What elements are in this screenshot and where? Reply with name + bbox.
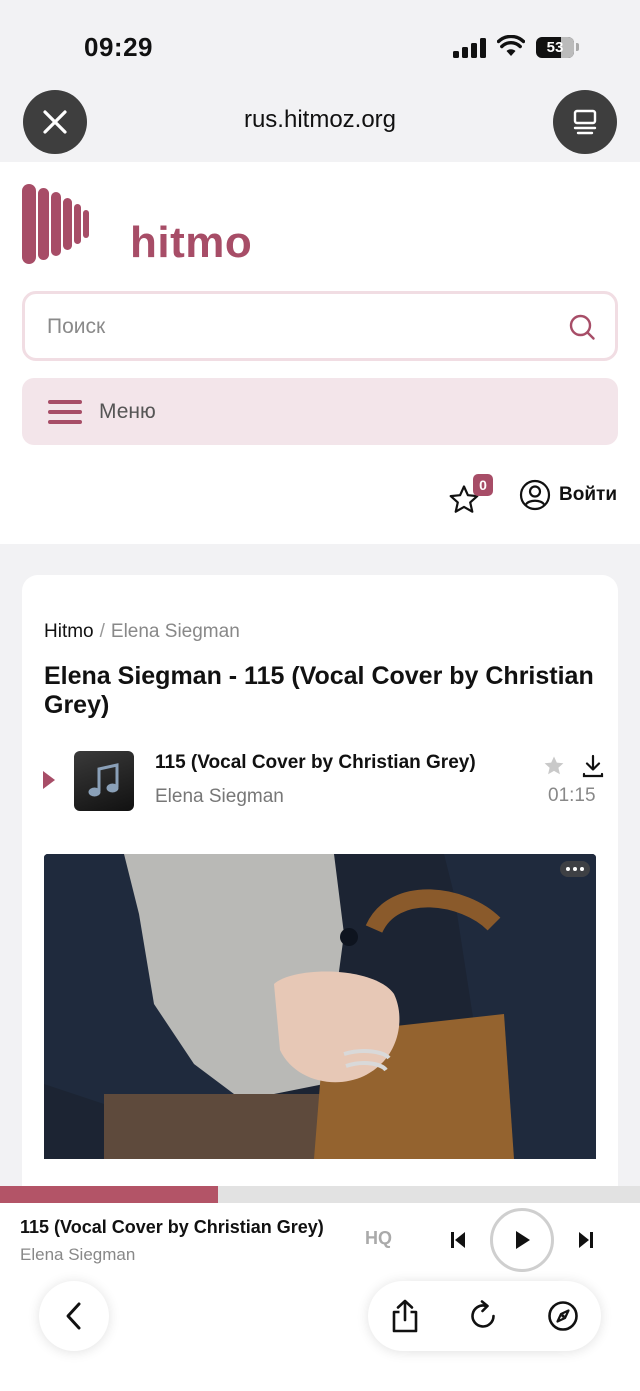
- menu-label: Меню: [99, 400, 156, 423]
- status-bar: 09:29 53: [0, 0, 640, 90]
- reader-icon: [573, 109, 597, 135]
- favorites-button[interactable]: 0: [448, 474, 496, 518]
- back-button[interactable]: [39, 1281, 109, 1351]
- breadcrumb: Hitmo / Elena Siegman: [44, 621, 240, 643]
- search-icon[interactable]: [568, 313, 596, 341]
- player-track-artist: Elena Siegman: [20, 1245, 136, 1264]
- track-cover: [74, 751, 134, 811]
- compass-button[interactable]: [545, 1298, 581, 1334]
- chevron-left-icon: [66, 1302, 81, 1330]
- reload-icon: [471, 1300, 495, 1328]
- hq-toggle[interactable]: HQ: [365, 1228, 392, 1249]
- hamburger-icon: [48, 400, 82, 424]
- battery-cap: [576, 43, 579, 51]
- address-bar-url[interactable]: rus.hitmoz.org: [0, 106, 640, 134]
- favorites-count-badge: 0: [473, 474, 493, 496]
- breadcrumb-home-link[interactable]: Hitmo: [44, 621, 94, 642]
- battery-icon: 53: [536, 37, 574, 58]
- logo-waveform-icon: [22, 184, 89, 264]
- search-input[interactable]: [47, 312, 547, 342]
- play-track-icon[interactable]: [43, 771, 55, 789]
- logo-text: hitmo: [130, 218, 253, 267]
- share-button[interactable]: [387, 1298, 423, 1334]
- login-label: Войти: [559, 484, 617, 505]
- menu-button[interactable]: Меню: [22, 378, 618, 445]
- playback-progress-fill: [0, 1186, 218, 1203]
- compass-icon: [548, 1301, 578, 1331]
- track-title[interactable]: 115 (Vocal Cover by Christian Grey): [155, 752, 476, 774]
- user-circle-icon: [519, 479, 551, 511]
- content-card: Hitmo / Elena Siegman Elena Siegman - 115 …: [22, 575, 618, 1215]
- cellular-signal-icon: [453, 38, 487, 58]
- previous-track-icon[interactable]: [450, 1230, 466, 1250]
- breadcrumb-current[interactable]: Elena Siegman: [111, 621, 240, 642]
- status-time: 09:29: [84, 32, 153, 62]
- track-duration: 01:15: [548, 785, 596, 806]
- search-box: [22, 291, 618, 361]
- playback-progress-bar[interactable]: [0, 1186, 640, 1203]
- track-artist[interactable]: Elena Siegman: [155, 786, 284, 808]
- reader-mode-button[interactable]: [553, 90, 617, 154]
- next-track-icon[interactable]: [578, 1230, 594, 1250]
- wifi-icon: [497, 35, 525, 56]
- browser-action-pill: [368, 1281, 601, 1351]
- site-logo[interactable]: hitmo: [22, 182, 262, 267]
- login-button[interactable]: Войти: [519, 478, 617, 512]
- reload-button[interactable]: [465, 1298, 501, 1334]
- browser-top-bar: rus.hitmoz.org: [0, 90, 640, 162]
- ad-photo: [44, 854, 596, 1159]
- player-track-title: 115 (Vocal Cover by Christian Grey): [20, 1217, 324, 1237]
- download-icon[interactable]: [582, 754, 604, 778]
- play-icon: [516, 1231, 530, 1249]
- breadcrumb-separator: /: [99, 621, 105, 642]
- battery-level: 53: [546, 39, 564, 56]
- ad-banner-image[interactable]: [44, 854, 596, 1159]
- music-note-icon: [88, 763, 119, 797]
- share-icon: [392, 1299, 418, 1333]
- play-button[interactable]: [490, 1208, 554, 1272]
- track-row[interactable]: 115 (Vocal Cover by Christian Grey) Elen…: [22, 747, 618, 817]
- site-header: hitmo Меню 0 Войти: [0, 162, 640, 544]
- ad-more-options-icon[interactable]: [560, 861, 590, 877]
- page-title: Elena Siegman - 115 (Vocal Cover by Chri…: [44, 662, 594, 719]
- favorite-star-icon[interactable]: [543, 755, 565, 777]
